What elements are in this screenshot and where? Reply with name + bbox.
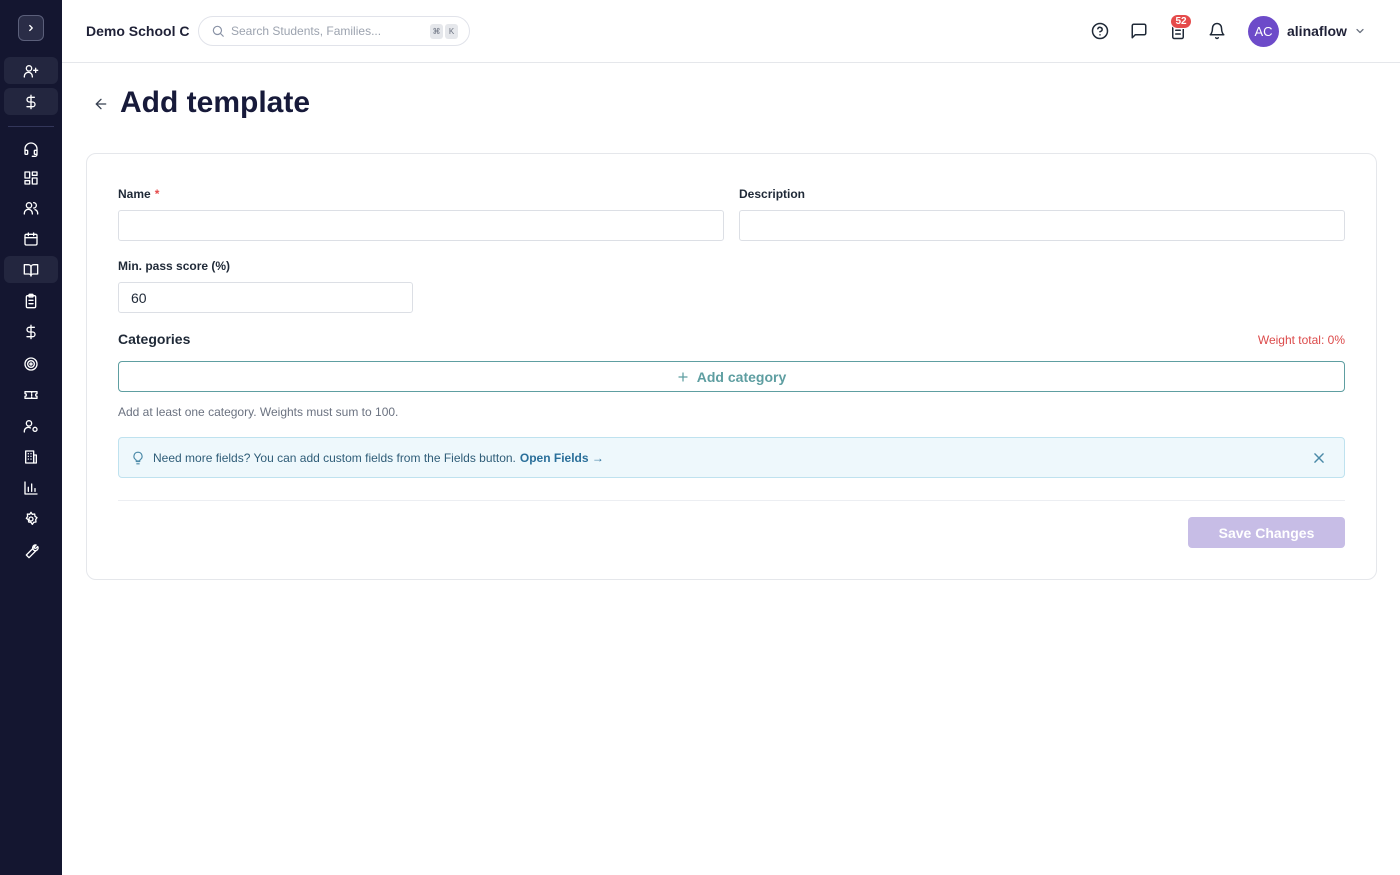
user-plus-icon [23,64,39,78]
school-name[interactable]: Demo School C [86,23,189,39]
bell-icon [1209,22,1225,40]
sidebar-item-tools[interactable] [4,537,58,564]
messages-button[interactable] [1129,21,1149,41]
sidebar-item-add-user[interactable] [4,57,58,84]
building-icon [24,449,37,464]
sidebar-item-dashboard[interactable] [4,164,58,191]
min-pass-score-label: Min. pass score (%) [118,259,231,273]
sidebar-item-gradebook[interactable] [4,256,58,283]
info-banner: Need more fields? You can add custom fie… [118,437,1345,478]
required-marker: * [154,187,160,201]
add-category-label: Add category [696,368,787,385]
info-banner-text: Need more fields? You can add custom fie… [153,450,516,465]
dashboard-icon [24,170,38,185]
shortcut-key-cmd: ⌘ [430,24,443,39]
description-input[interactable] [739,210,1345,241]
sidebar-divider [8,126,54,127]
shortcut-key-k: K [445,24,458,39]
open-book-icon [23,263,39,277]
help-button[interactable] [1090,21,1110,41]
sidebar-item-staff[interactable] [4,412,58,439]
categories-title: Categories [118,331,191,347]
calendar-icon [24,231,38,246]
arrow-left-icon [95,98,107,110]
notifications-button[interactable] [1207,21,1227,41]
close-icon[interactable] [1312,451,1326,465]
sidebar-item-settings[interactable] [4,505,58,532]
global-search[interactable]: ⌘ K [198,16,470,46]
top-header: Demo School C ⌘ K 52 AC alinaflow [62,0,1400,63]
chat-bubble-icon [1131,23,1147,39]
sidebar-item-goals[interactable] [4,350,58,377]
weight-total: Weight total: 0% [1257,333,1345,347]
sidebar-expand-button[interactable] [18,15,44,41]
chevron-down-icon[interactable] [1354,25,1366,37]
sidebar [0,0,62,875]
page-title: Add template [120,86,311,119]
bar-chart-icon [24,480,38,495]
name-label: Name * [118,187,159,201]
form-divider [118,500,1345,501]
help-circle-icon [1091,22,1109,40]
sidebar-item-finance[interactable] [4,318,58,345]
search-input[interactable] [231,24,421,38]
sidebar-item-people[interactable] [4,194,58,221]
sidebar-item-buildings[interactable] [4,443,58,470]
template-form-card: Name* Description Min. pass score (%) Ca… [86,153,1377,580]
wrench-icon [25,543,39,558]
username[interactable]: alinaflow [1287,23,1347,39]
categories-hint: Add at least one category. Weights must … [118,405,399,419]
name-input[interactable] [118,210,724,241]
description-label: Description [739,187,806,201]
target-icon [24,356,38,371]
sidebar-item-tasks[interactable] [4,287,58,314]
gear-icon [25,511,38,525]
ticket-icon [24,390,38,399]
dollar-icon [26,324,36,339]
name-label-text: Name [118,187,151,201]
users-icon [23,201,39,215]
sidebar-item-calendar[interactable] [4,225,58,252]
add-category-button[interactable]: Add category [118,361,1345,392]
sidebar-item-reports[interactable] [4,474,58,501]
dollar-icon [26,94,36,109]
save-changes-button[interactable]: Save Changes [1188,517,1345,548]
tasks-count-badge: 52 [1170,14,1192,29]
sidebar-item-support[interactable] [4,135,58,162]
clipboard-icon [25,293,37,308]
search-icon [212,25,224,37]
lightbulb-icon [133,451,143,464]
min-pass-score-input[interactable] [118,282,413,313]
avatar[interactable]: AC [1248,16,1279,47]
sidebar-item-tickets[interactable] [4,381,58,408]
chevron-right-icon [29,24,33,32]
back-button[interactable] [92,95,110,113]
user-settings-icon [23,419,38,433]
plus-icon [678,371,688,382]
open-fields-link[interactable]: Open Fields → [520,451,604,465]
headset-icon [24,141,38,157]
sidebar-item-billing[interactable] [4,88,58,115]
